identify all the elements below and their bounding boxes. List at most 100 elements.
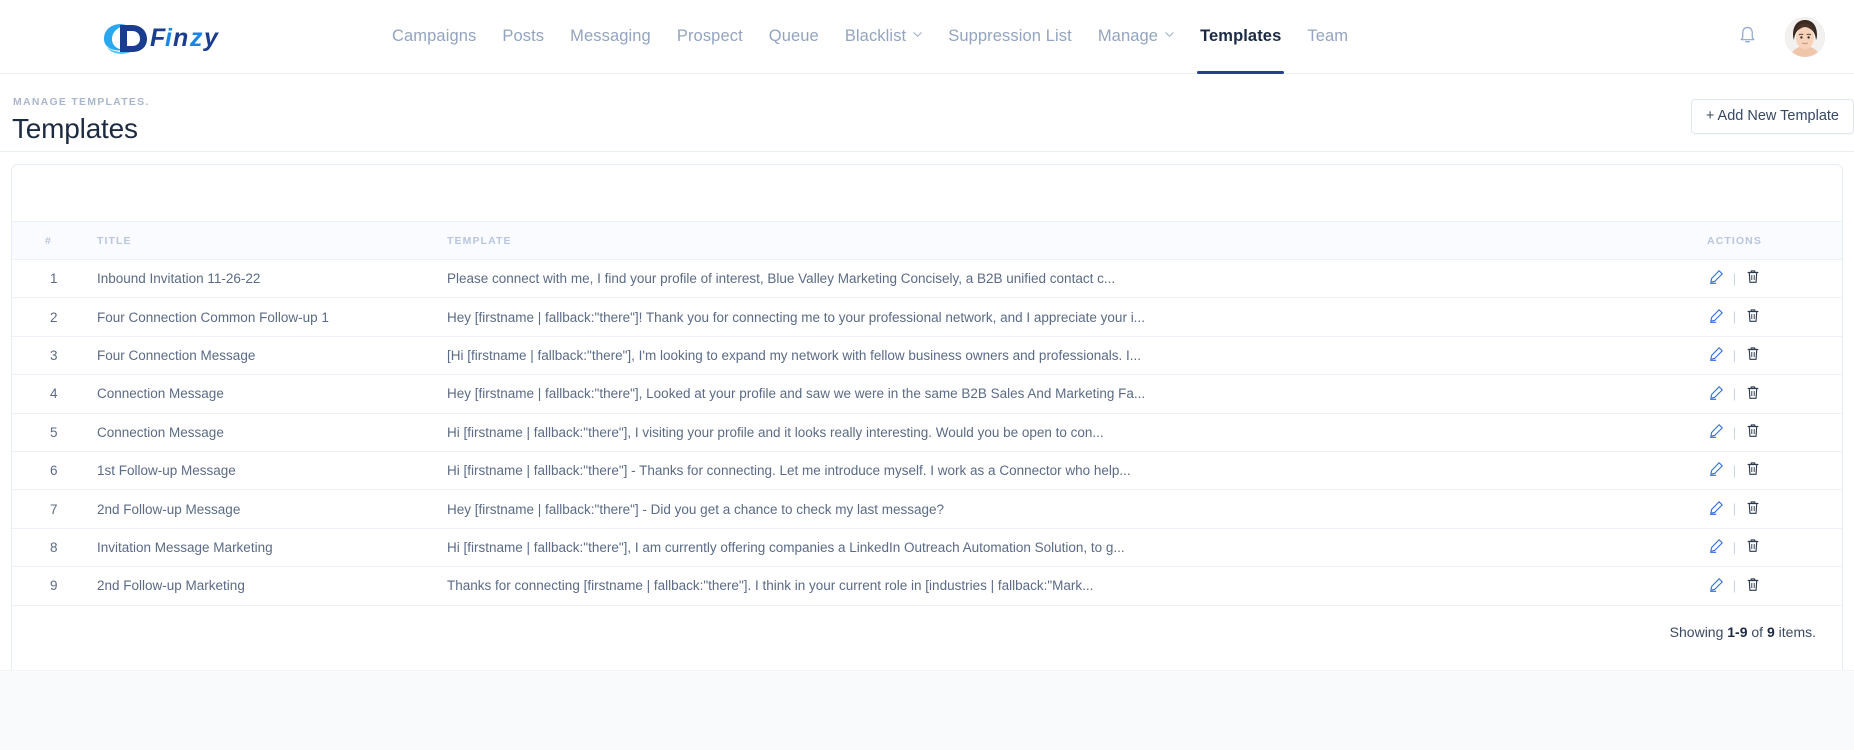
table-row[interactable]: 9 2nd Follow-up Marketing Thanks for conne… bbox=[12, 566, 1842, 606]
cell-template-title[interactable]: Connection Message bbox=[82, 413, 437, 452]
trash-delete-icon bbox=[1746, 500, 1760, 518]
row-action-group: | bbox=[1708, 500, 1761, 517]
pencil-edit-icon bbox=[1709, 346, 1724, 364]
edit-template-button[interactable] bbox=[1708, 539, 1725, 556]
nav-item-manage[interactable]: Manage bbox=[1085, 0, 1187, 73]
edit-template-button[interactable] bbox=[1708, 462, 1725, 479]
table-row[interactable]: 6 1st Follow-up Message Hi [firstname | fa… bbox=[12, 451, 1842, 491]
nav-item-team[interactable]: Team bbox=[1294, 0, 1361, 73]
cell-template-title[interactable]: Four Connection Message bbox=[82, 336, 437, 376]
table-header-row: # TITLE TEMPLATE ACTIONS bbox=[12, 221, 1842, 260]
nav-item-campaigns[interactable]: Campaigns bbox=[379, 0, 489, 73]
cell-template-preview: Hi [firstname | fallback:"there"] - Than… bbox=[437, 451, 1627, 491]
nav-item-posts[interactable]: Posts bbox=[489, 0, 557, 73]
column-header-actions: ACTIONS bbox=[1627, 221, 1842, 260]
cell-template-title[interactable]: 2nd Follow-up Marketing bbox=[82, 566, 437, 606]
main-nav-links: Campaigns Posts Messaging Prospect Queue… bbox=[379, 0, 1361, 74]
bell-icon bbox=[1738, 25, 1757, 49]
table-row[interactable]: 5 Connection Message Hi [firstname | fallb… bbox=[12, 413, 1842, 452]
nav-right-cluster bbox=[1731, 0, 1825, 73]
nav-label: Blacklist bbox=[844, 27, 907, 45]
nav-item-blacklist[interactable]: Blacklist bbox=[832, 0, 935, 73]
pencil-edit-icon bbox=[1709, 538, 1724, 556]
delete-template-button[interactable] bbox=[1744, 500, 1761, 517]
cell-template-title[interactable]: Connection Message bbox=[82, 374, 437, 414]
cell-row-number: 2 bbox=[12, 297, 82, 337]
nav-label: Team bbox=[1307, 27, 1349, 45]
delete-template-button[interactable] bbox=[1744, 539, 1761, 556]
cell-row-number: 4 bbox=[12, 374, 82, 414]
edit-template-button[interactable] bbox=[1708, 500, 1725, 517]
table-row[interactable]: 7 2nd Follow-up Message Hey [firstname | f… bbox=[12, 489, 1842, 529]
nav-item-templates[interactable]: Templates bbox=[1187, 0, 1294, 74]
row-action-group: | bbox=[1708, 270, 1761, 287]
chevron-down-icon bbox=[1165, 30, 1174, 39]
nav-item-messaging[interactable]: Messaging bbox=[557, 0, 664, 73]
nav-item-prospect[interactable]: Prospect bbox=[664, 0, 756, 73]
breadcrumb-eyebrow: MANAGE TEMPLATES. bbox=[13, 96, 150, 108]
edit-template-button[interactable] bbox=[1708, 385, 1725, 402]
trash-delete-icon bbox=[1746, 346, 1760, 364]
cell-template-title[interactable]: Invitation Message Marketing bbox=[82, 528, 437, 568]
edit-template-button[interactable] bbox=[1708, 424, 1725, 441]
brand-logo-link[interactable]: F i n z y bbox=[98, 0, 238, 73]
templates-table: # TITLE TEMPLATE ACTIONS 1 Inbound Invita… bbox=[12, 221, 1842, 606]
action-separator: | bbox=[1732, 462, 1737, 478]
table-row[interactable]: 3 Four Connection Message [Hi [firstname |… bbox=[12, 336, 1842, 376]
cell-row-number: 9 bbox=[12, 566, 82, 606]
page-header: MANAGE TEMPLATES. Templates + Add New Te… bbox=[0, 74, 1854, 152]
cell-template-title[interactable]: Inbound Invitation 11-26-22 bbox=[82, 259, 437, 299]
delete-template-button[interactable] bbox=[1744, 577, 1761, 594]
svg-text:i: i bbox=[165, 24, 173, 52]
cell-template-title[interactable]: 1st Follow-up Message bbox=[82, 451, 437, 491]
column-header-title[interactable]: TITLE bbox=[82, 221, 437, 260]
edit-template-button[interactable] bbox=[1708, 270, 1725, 287]
cell-actions: | bbox=[1627, 259, 1842, 299]
action-separator: | bbox=[1732, 501, 1737, 517]
row-action-group: | bbox=[1708, 577, 1761, 594]
avatar[interactable] bbox=[1785, 16, 1825, 57]
nav-item-suppression-list[interactable]: Suppression List bbox=[935, 0, 1085, 73]
edit-template-button[interactable] bbox=[1708, 308, 1725, 325]
cell-template-title[interactable]: Four Connection Common Follow-up 1 bbox=[82, 297, 437, 337]
pencil-edit-icon bbox=[1709, 423, 1724, 441]
cell-actions: | bbox=[1627, 413, 1842, 452]
cell-template-preview: Hey [firstname | fallback:"there"]! Than… bbox=[437, 297, 1627, 337]
delete-template-button[interactable] bbox=[1744, 308, 1761, 325]
chevron-down-icon bbox=[913, 30, 922, 39]
table-row[interactable]: 1 Inbound Invitation 11-26-22 Please conne… bbox=[12, 259, 1842, 299]
delete-template-button[interactable] bbox=[1744, 462, 1761, 479]
trash-delete-icon bbox=[1746, 577, 1760, 595]
table-row[interactable]: 4 Connection Message Hey [firstname | fall… bbox=[12, 374, 1842, 414]
delete-template-button[interactable] bbox=[1744, 270, 1761, 287]
edit-template-button[interactable] bbox=[1708, 577, 1725, 594]
cell-row-number: 5 bbox=[12, 413, 82, 452]
delete-template-button[interactable] bbox=[1744, 424, 1761, 441]
row-action-group: | bbox=[1708, 347, 1761, 364]
column-header-template[interactable]: TEMPLATE bbox=[437, 221, 1627, 260]
nav-label: Manage bbox=[1097, 27, 1159, 45]
svg-text:y: y bbox=[202, 24, 219, 52]
nav-label: Templates bbox=[1200, 27, 1282, 45]
notifications-button[interactable] bbox=[1731, 21, 1763, 53]
table-head: # TITLE TEMPLATE ACTIONS bbox=[12, 221, 1842, 260]
table-body: 1 Inbound Invitation 11-26-22 Please conne… bbox=[12, 259, 1842, 606]
delete-template-button[interactable] bbox=[1744, 385, 1761, 402]
column-header-number[interactable]: # bbox=[12, 221, 82, 260]
nav-item-queue[interactable]: Queue bbox=[756, 0, 832, 73]
row-action-group: | bbox=[1708, 308, 1761, 325]
delete-template-button[interactable] bbox=[1744, 347, 1761, 364]
row-action-group: | bbox=[1708, 539, 1761, 556]
edit-template-button[interactable] bbox=[1708, 347, 1725, 364]
add-new-template-button[interactable]: + Add New Template bbox=[1690, 99, 1854, 134]
table-row[interactable]: 8 Invitation Message Marketing Hi [firstna… bbox=[12, 528, 1842, 568]
pencil-edit-icon bbox=[1709, 308, 1724, 326]
cell-actions: | bbox=[1627, 297, 1842, 337]
cell-template-title[interactable]: 2nd Follow-up Message bbox=[82, 489, 437, 529]
cell-template-preview: Thanks for connecting [firstname | fallb… bbox=[437, 566, 1627, 606]
cell-template-preview: Hi [firstname | fallback:"there"], I am … bbox=[437, 528, 1627, 568]
cell-row-number: 8 bbox=[12, 528, 82, 568]
cell-template-preview: Hey [firstname | fallback:"there"] - Did… bbox=[437, 489, 1627, 529]
table-row[interactable]: 2 Four Connection Common Follow-up 1 Hey [… bbox=[12, 297, 1842, 337]
cell-template-preview: Hi [firstname | fallback:"there"], I vis… bbox=[437, 413, 1627, 452]
